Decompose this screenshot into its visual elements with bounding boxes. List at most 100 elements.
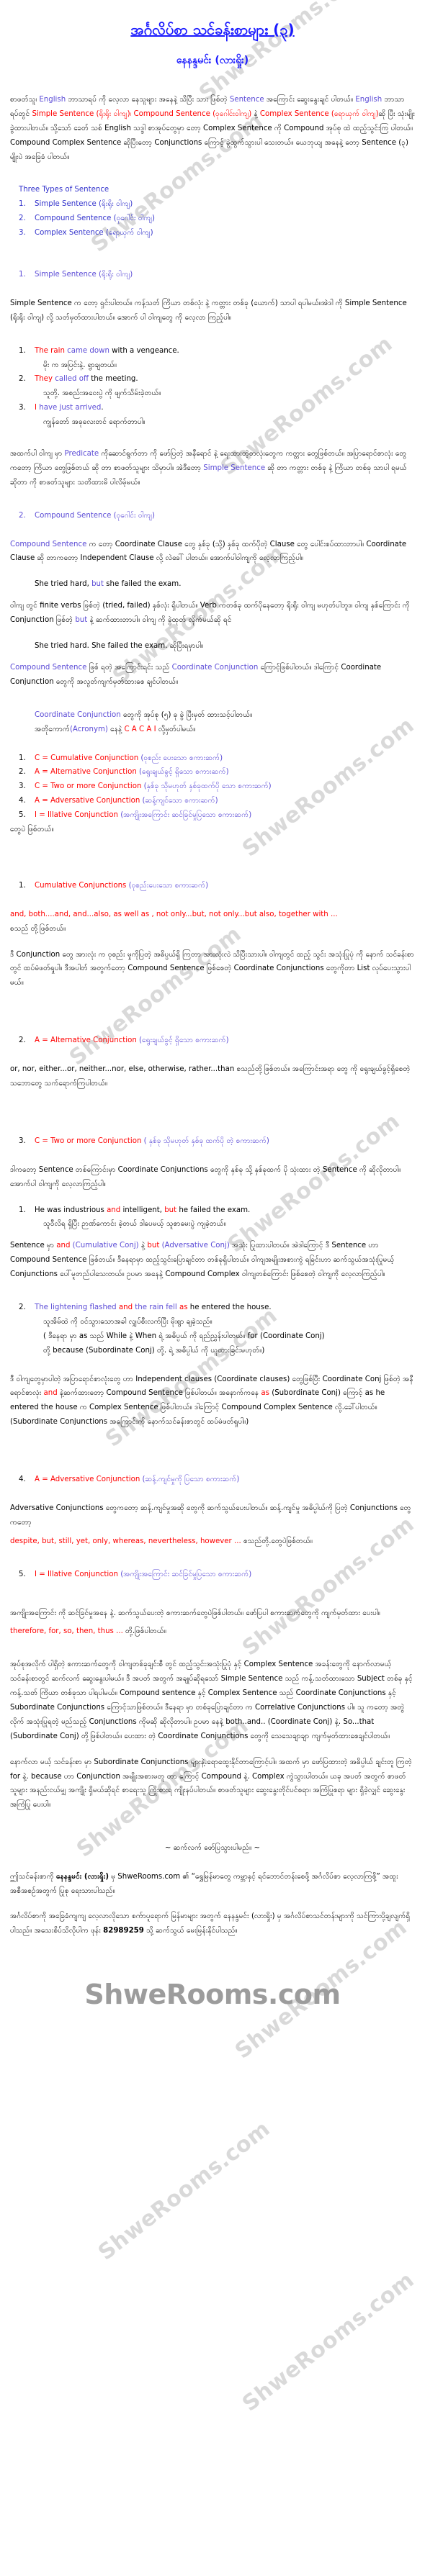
coordinate-conjunction-groups-note: Coordinate Conjunction တွေကို အုပ်စု (၅)… [10,708,415,723]
conjunction-code: A = Adversative Conjunction [35,797,140,805]
section-1-examples: 1. The rain came down with a vengeance. … [10,344,415,430]
explanation-text-2: နဲ့ဆက်ထားတော့ Compound Sentence ဖြစ်ပါတယ… [57,1389,261,1398]
section-title: I = Illative Conjunction (အကျိုးအကြောင်း… [35,1568,415,1582]
closing-paragraph-1: အုပ်စုအလိုက် ပါရှိတဲ့ စကားဆက်တွေကို ဝါကျ… [10,1660,413,1740]
example-translation: မိုး က အပြင်းနဲ့. ရွာချတယ်။ [43,361,117,369]
conjunction-types-list: 1. C = Cumulative Conjunction (ဝုစည်း ပေ… [10,751,415,837]
conjunction-and: and [118,1303,133,1311]
acronym-label-mm: အတိုကောက် [35,725,70,733]
sentence-type-item-1: 1. Simple Sentence (ရိုးရိုး ဝါကျ) [10,197,415,212]
coordinate-conjunction-term: Coordinate Conjunction [171,663,259,672]
intro-text-5: နဲ့ [251,109,260,118]
example-row: 1. The rain came down with a vengeance. [10,344,415,358]
intro-sentence-term: Sentence [229,96,264,104]
example-part-1: She tried hard, [35,580,92,589]
intro-english-2: English [355,96,382,104]
sentence-type-item-3: 3. Complex Sentence (ရောယှက် ဝါကျ) [10,226,415,240]
example-translation: သူဝီလိရ ရှိပြီး ဉာဏ်ကောင်း ခဲ့တယ် ဒါပေမယ… [43,1220,226,1229]
acronym-note: အတိုကောက်(Acronym) နေနဲ့ C A C A I လို့မ… [10,723,415,737]
section-2-conjunction-note: Compound Sentence ဖြစ် ရတဲ့ အကြောင်းရင်း… [10,661,415,690]
closing-paragraph-2: နောက်လာ မယ့် သင်ခန်းစာ မှာ Subordinate C… [10,1758,412,1809]
cumulative-words-tail: စသည် တို့ဖြစ်တယ်။ [10,924,66,933]
illative-heading: 5. I = Illative Conjunction (အကျိုးအကြော… [10,1568,415,1582]
example-rest: the meeting. [88,375,138,384]
explanation-text-2: နဲ့ ဆက်ထားတာပါ။ ဝါကျ ကို ခွဲထုတ် လိုက်မယ… [87,616,232,625]
example-row: 2. They called off the meeting. [10,372,415,387]
example-clause-2: the rain fell [133,1303,179,1311]
heading-en: I = Illative Conjunction [35,1570,118,1578]
illative-body: အကျိုးအကြောင်း ကို ဆင်ခြင်မှုအနေ နဲ့. ဆက… [10,1609,380,1617]
page-title: အင်္ဂလိပ်စာ သင်ခန်းစာများ (၃) [130,21,295,38]
example-rest: with a vengeance. [109,346,179,355]
heading-mm: (ဆန့်.ကျင်မှုကို ပြသော စကားဆက်) [140,1475,240,1484]
contact-text-2: သို့ ဆက်သွယ် မေးမြန်းနိုင်ပါသည်။ [143,1927,238,1935]
coordinate-conjunction-term: Coordinate Conjunction [35,710,121,719]
conjunction-type-item-5: 5. I = Illative Conjunction (အကျိုးအကြော… [10,808,415,823]
adversative-words-block: despite, but, still, yet, only, whereas,… [10,1535,415,1549]
example-part-1: He was industrious [35,1206,107,1214]
list-label: I = Illative Conjunction (အကျိုးအကြောင်း… [35,808,415,823]
conjunction-and: and [107,1206,121,1214]
twomore-explanation-2: ဒီ ဝါကျတွေမှာပါတဲ့ အပြာရောင်စာလုံးတွေ ဟာ… [10,1373,415,1430]
adversative-words-tail: စသည်တို့.တွေပဲဖြစ်တယ်။ [241,1537,313,1545]
example-row: 3. I have just arrived. [10,401,415,415]
conjunction-as: as [261,1389,269,1398]
continuation-note: ~ ဆက်လက် ဖော်ပြသွားပါမည်။ ~ [164,1844,261,1853]
conjunction-meaning: (အကျိုးအကြောင်း ဆင်ခြင်မှုပြသော စကားဆက်) [117,811,252,820]
groups-text: တွေကို အုပ်စု (၅) ခု ခွဲ ပြီးမှတ် ထားသင့… [120,710,253,719]
conjunction-code: C = Two or more Conjunction [35,782,142,791]
contact-phone: 82989259 [103,1927,144,1935]
conjunction-code: C = Cumulative Conjunction [35,754,139,762]
section-title: C = Two or more Conjunction ( နှစ်ခု သို… [35,1134,415,1149]
conjunction-and: and [56,1242,71,1250]
predicate-term: Predicate [64,450,99,458]
conjunction-and: and [43,1389,58,1398]
list-number: 2. [19,214,26,223]
example-subject: They [35,375,53,384]
section-1-body: Simple Sentence က တော့ ရှင်းပါတယ်။ ကန့်သ… [10,299,407,322]
conjunction-but: but [147,1242,160,1250]
illative-words-block: therefore, for, so, then, thus ... တို့.… [10,1624,415,1639]
conjunction-code: A = Alternative Conjunction [35,768,137,777]
list-label: Simple Sentence (ရိုးရိုး ဝါကျ) [35,200,133,209]
cumulative-heading: 1. Cumulative Conjunctions (ဝုစည်းပေးသော… [10,879,415,893]
list-label: Complex Sentence (ရောယှက် ဝါကျ) [35,229,153,238]
section-1-explanation: အထက်ပါ ဝါကျ မှာ Predicate ကိုဆောင်ရွက်တာ… [10,447,415,490]
twomore-heading: 3. C = Two or more Conjunction ( နှစ်ခု … [10,1134,415,1149]
example-clause-3: he entered the house. [187,1303,272,1311]
example-sentence: They called off the meeting. [35,372,415,387]
conjunction-as: as [179,1303,188,1311]
example-translation: သူတို့. အစည်းအဝေးပွဲ ကို ဖျက်သိမ်းခဲ့တယ်… [43,389,161,398]
acronym-list-tail: တွေပဲ ဖြစ်တယ်။ [10,825,54,833]
example-number: 1. [19,346,26,355]
example-number: 2. [19,1303,26,1311]
heading-mm: (အကျိုးအကြောင်း ဆင်ခြင်မှုပြသော စကားဆက်) [117,1570,252,1578]
note-text-1: ဖြစ် ရတဲ့ အကြောင်းရင်း သည် [86,663,172,672]
section-title: Simple Sentence (ရိုးရိုး ဝါကျ) [35,271,133,279]
section-number: 1. [19,271,26,279]
section-number: 5. [19,1570,26,1578]
section-2-example-1: She tried hard, but she failed the exam. [10,577,415,592]
example-sentence: The rain came down with a vengeance. [35,344,415,358]
example-sentence: I have just arrived. [35,401,415,415]
section-title: Cumulative Conjunctions (ဝုစည်းပေးသော စက… [35,879,415,893]
section-title: A = Adversative Conjunction (ဆန့်.ကျင်မှ… [35,1473,415,1487]
example-number: 3. [19,404,26,412]
conjunction-meaning: (နှစ်ခု သိုမဟုတ် နှစ်ခုထက်ပို သော စကားဆက… [141,782,272,791]
conjunction-meaning: (ရွေးချယ်ခွင့် ရှိသော စကားဆက်) [136,768,229,777]
compound-sentence-term: Compound Sentence [10,540,87,548]
heading-en: Cumulative Conjunctions [35,881,127,890]
conjunction-and-label: (Cumulative Conj) [70,1242,139,1250]
watermark: ShweRooms.com [94,2116,275,2266]
conjunction-type-item-2: 2. A = Alternative Conjunction (ရွေးချယ်… [10,765,415,779]
conjunction-type-item-1: 1. C = Cumulative Conjunction (ဝုစည်း ပေ… [10,751,415,766]
sentence-type-item-2: 2. Compound Sentence (ဝုဂေါင်း ဝါကျ) [10,212,415,226]
conjunction-but: but [91,580,104,589]
conjunction-but: but [75,616,88,625]
watermark: ShweRooms.com [238,2267,419,2417]
heading-mm: (ဝုစည်းပေးသော စကားဆက်) [126,881,209,890]
example-sentence: He was industrious and intelligent, but … [35,1203,415,1218]
twomore-explanation: Sentence မှာ and (Cumulative Conj) နဲ့ b… [10,1239,415,1282]
simple-sentence-term: Simple Sentence [203,464,266,472]
explanation-text-1: Sentence မှာ [10,1242,57,1250]
